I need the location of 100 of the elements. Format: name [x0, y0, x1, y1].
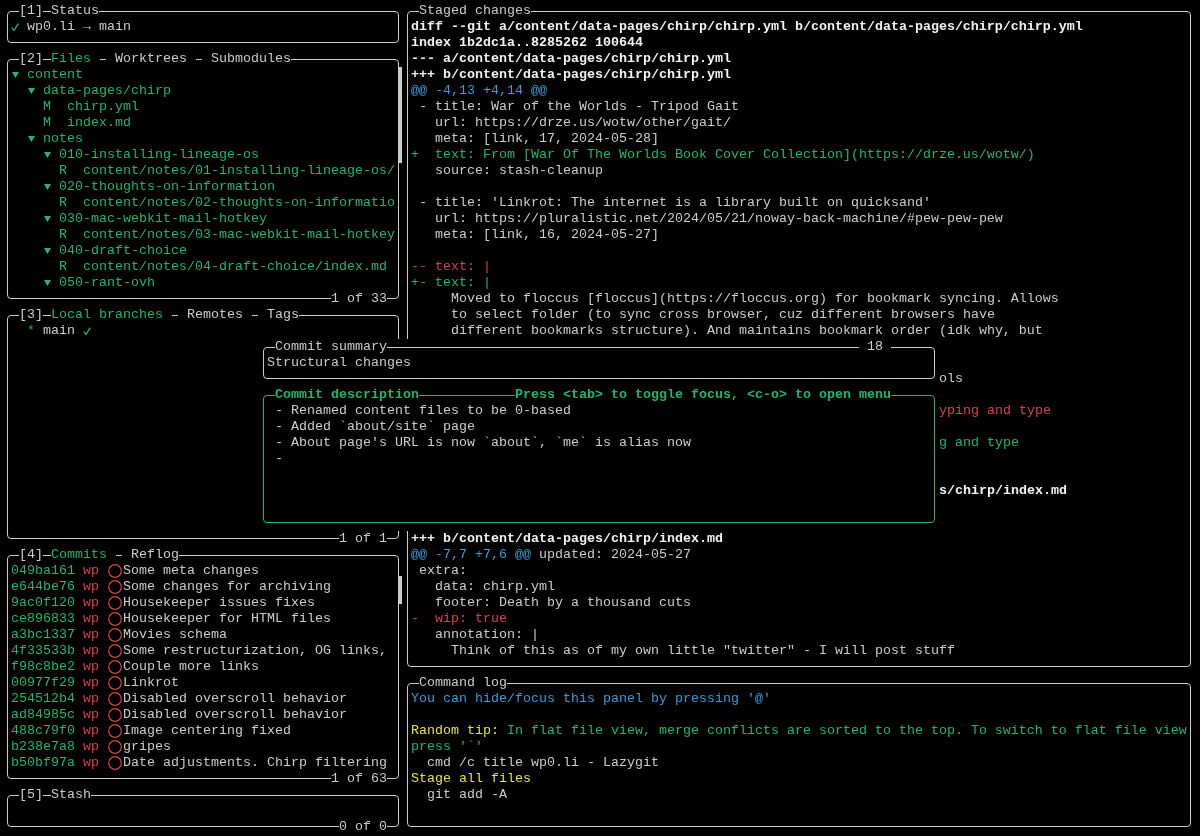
commit-author: wp [83, 675, 99, 691]
commit-author: wp [83, 563, 99, 579]
file-status: R [59, 227, 67, 243]
log-command: git add -A [427, 787, 507, 803]
circle-icon [108, 612, 122, 626]
circle-icon [108, 564, 122, 578]
log-action: Stage all files [411, 771, 531, 787]
description-line: - Added `about/site` page [275, 419, 475, 435]
commit-message[interactable]: Housekeeper for HTML files [123, 611, 331, 627]
commit-message[interactable]: Image centering fixed [123, 723, 291, 739]
commit-message[interactable]: Disabled overscroll behavior [123, 691, 347, 707]
folder-name[interactable]: 050-rant-ovh [59, 275, 155, 291]
panel-number: [5] [19, 787, 43, 803]
diff-line: - title: 'Linkrot: The internet is a library built on quicksand' [419, 195, 931, 211]
added-line: +- text: | [411, 275, 491, 291]
diff-line: url: https://pluralistic.net/2024/05/21/noway-back-machine/#pew-pew-pew [435, 211, 1003, 227]
commit-hash: 049ba161 [11, 563, 75, 579]
hunk-context: updated: 2024-05-27 [539, 547, 691, 563]
folder-name[interactable]: 030-mac-webkit-mail-hotkey [59, 211, 267, 227]
panel-number: [3] [19, 307, 43, 323]
folder-name[interactable]: content [27, 67, 83, 83]
file-name[interactable]: content/notes/03-mac-webkit-mail-hotkey [83, 227, 395, 243]
circle-icon [108, 628, 122, 642]
branch-name[interactable]: main [43, 323, 75, 339]
panel-title: Command log [419, 675, 507, 691]
char-counter: 18 [867, 339, 883, 354]
commit-message[interactable]: Movies schema [123, 627, 227, 643]
added-line: g and type [939, 435, 1019, 451]
diff-header: index 1b2dc1a..8285262 100644 [411, 35, 643, 51]
diff-header: +++ b/content/data-pages/chirp/chirp.yml [411, 67, 731, 83]
circle-icon [108, 644, 122, 658]
diff-line: footer: Death by a thousand cuts [435, 595, 691, 611]
commit-hash: 254512b4 [11, 691, 75, 707]
folder-name[interactable]: data-pages/chirp [43, 83, 171, 99]
diff-line: url: https://drze.us/wotw/other/gait/ [435, 115, 731, 131]
description-line: - Renamed content files to be 0-based [275, 403, 571, 419]
file-status: R [59, 195, 67, 211]
field-hint: Press <tab> to toggle focus, <c-o> to open menu [515, 387, 891, 403]
hunk-header: @@ -4,13 +4,14 @@ [411, 83, 547, 99]
diff-line: different bookmarks structure). And maintains bookmark order (idk why, but [451, 323, 1043, 339]
file-name[interactable]: content/notes/02-thoughts-on-informatio [83, 195, 395, 211]
circle-icon [108, 756, 122, 770]
circle-icon [108, 596, 122, 610]
branch-marker: * [27, 323, 35, 339]
commit-author: wp [83, 739, 99, 755]
diff-line: annotation: | [435, 627, 539, 643]
commit-author: wp [83, 723, 99, 739]
diff-line: Think of this as of my own little "twitter" - I will post stuff [451, 643, 955, 659]
removed-line: -- text: | [411, 259, 491, 275]
commit-message[interactable]: Linkrot [123, 675, 179, 691]
field-title: Commit description [275, 387, 419, 403]
folder-name[interactable]: 010-installing-lineage-os [59, 147, 259, 163]
circle-icon [108, 740, 122, 754]
description-line: - About page's URL is now `about`, `me` is alias now [275, 435, 691, 451]
circle-icon [108, 692, 122, 706]
commit-author: wp [83, 659, 99, 675]
commit-message[interactable]: Housekeeper issues fixes [123, 595, 315, 611]
folder-name[interactable]: 040-draft-choice [59, 243, 187, 259]
panel-number: [1] [19, 3, 43, 19]
circle-icon [108, 724, 122, 738]
panel-tab[interactable]: Tags [267, 307, 299, 323]
commit-message[interactable]: Disabled overscroll behavior [123, 707, 347, 723]
circle-icon [108, 676, 122, 690]
commit-author: wp [83, 627, 99, 643]
file-name[interactable]: index.md [67, 115, 131, 131]
circle-icon [108, 708, 122, 722]
folder-name[interactable]: 020-thoughts-on-information [59, 179, 275, 195]
field-title: Commit summary [275, 339, 387, 355]
scrollbar[interactable] [399, 576, 402, 604]
diff-line: Moved to floccus [floccus](https://floccus.org) for bookmark syncing. Allows [451, 291, 1059, 307]
commit-hash: 9ac0f120 [11, 595, 75, 611]
file-status: M [43, 99, 51, 115]
commit-hash: f98c8be2 [11, 659, 75, 675]
commit-message[interactable]: Some restructurization, OG links, [123, 643, 387, 659]
diff-line: extra: [419, 563, 467, 579]
file-name[interactable]: content/notes/04-draft-choice/index.md [83, 259, 387, 275]
commit-author: wp [83, 755, 99, 771]
file-name[interactable]: content/notes/01-installing-lineage-os/ [83, 163, 395, 179]
commit-author: wp [83, 595, 99, 611]
commit-message[interactable]: gripes [123, 739, 171, 755]
commit-message[interactable]: Couple more links [123, 659, 259, 675]
panel-title: Staged changes [419, 3, 531, 19]
commit-message[interactable]: Some meta changes [123, 563, 259, 579]
commit-hash: b238e7a8 [11, 739, 75, 755]
commit-message[interactable]: Date adjustments. Chirp filtering [123, 755, 387, 771]
folder-name[interactable]: notes [43, 131, 83, 147]
summary-value: Structural changes [267, 355, 411, 371]
file-name[interactable]: chirp.yml [67, 99, 139, 115]
commit-message[interactable]: Some changes for archiving [123, 579, 331, 595]
tip-text: Random tip: In flat file view, merge conflicts are sorted to the top. To switch to flat file view press '`' [411, 723, 1188, 755]
status-text: wp0.li → main [27, 19, 131, 35]
commit-hash: ad84985c [11, 707, 75, 723]
scrollbar[interactable] [399, 67, 402, 163]
diff-header: +++ b/content/data-pages/chirp/index.md [411, 531, 723, 547]
commit-author: wp [83, 579, 99, 595]
log-command: cmd /c title wp0.li - Lazygit [427, 755, 659, 771]
commit-hash: 488c79f0 [11, 723, 75, 739]
file-status: R [59, 163, 67, 179]
panel-tab[interactable]: Reflog [131, 547, 179, 563]
commit-hash: 00977f29 [11, 675, 75, 691]
